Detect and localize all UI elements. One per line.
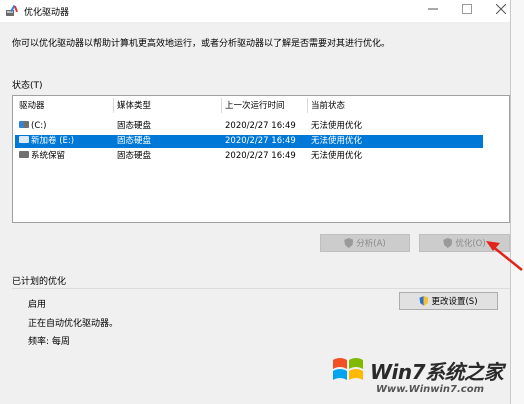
- watermark-url: Www.Winwin7.com: [376, 384, 485, 395]
- drive-name: (C:): [31, 121, 47, 131]
- drive-name: 系统保留: [31, 151, 66, 161]
- drive-icon: [19, 151, 29, 158]
- scheduled-optimization-label: 已计划的优化: [12, 277, 67, 287]
- uac-shield-icon: [419, 296, 429, 306]
- scheduled-frequency: 频率: 每周: [28, 337, 70, 347]
- media-type: 固态硬盘: [117, 151, 152, 161]
- current-status: 无法使用优化: [311, 151, 363, 161]
- drive-name: 新加卷 (E:): [31, 136, 75, 146]
- minimize-button[interactable]: [418, 2, 448, 20]
- column-separator[interactable]: [221, 98, 222, 113]
- minimize-icon: [428, 8, 438, 10]
- analyze-button[interactable]: 分析(A): [320, 234, 410, 252]
- watermark-brand: Win7系统之家: [370, 360, 504, 384]
- last-run-time: 2020/2/27 16:49: [225, 136, 296, 146]
- defrag-app-icon: [6, 5, 18, 16]
- analyze-button-label: 分析(A): [356, 239, 386, 249]
- maximize-icon: [462, 4, 472, 14]
- uac-shield-icon: [443, 238, 453, 248]
- windows-logo-watermark: [333, 358, 363, 380]
- change-settings-button[interactable]: 更改设置(S): [399, 292, 498, 310]
- maximize-button[interactable]: [452, 2, 482, 20]
- status-label: 状态(T): [12, 81, 43, 91]
- column-header-media-type[interactable]: 媒体类型: [117, 99, 151, 113]
- window-title: 优化驱动器: [24, 8, 70, 18]
- last-run-time: 2020/2/27 16:49: [225, 151, 296, 161]
- description-text: 你可以优化驱动器以帮助计算机更高效地运行，或者分析驱动器以了解是否需要对其进行优…: [12, 39, 391, 49]
- drive-list[interactable]: 驱动器 媒体类型 上一次运行时间 当前状态 (C:) 固态硬盘 2020/2/2…: [12, 95, 510, 223]
- column-header-last-run[interactable]: 上一次运行时间: [225, 99, 285, 113]
- background-window-edge: [511, 0, 524, 404]
- column-separator[interactable]: [307, 98, 308, 113]
- uac-shield-icon: [344, 238, 354, 248]
- column-header-drive[interactable]: 驱动器: [19, 99, 45, 113]
- scheduled-message: 正在自动优化驱动器。: [28, 319, 119, 329]
- scheduled-state: 启用: [28, 300, 47, 310]
- change-settings-button-label: 更改设置(S): [431, 297, 478, 307]
- column-header-current-status[interactable]: 当前状态: [311, 99, 345, 113]
- current-status: 无法使用优化: [311, 121, 363, 131]
- drive-row[interactable]: (C:) 固态硬盘 2020/2/27 16:49 无法使用优化: [15, 120, 483, 133]
- media-type: 固态硬盘: [117, 121, 152, 131]
- last-run-time: 2020/2/27 16:49: [225, 121, 296, 131]
- windows-drive-icon: [19, 121, 29, 128]
- drive-icon: [19, 136, 29, 143]
- drive-row-selected[interactable]: 新加卷 (E:) 固态硬盘 2020/2/27 16:49 无法使用优化: [15, 135, 483, 148]
- red-arrow-annotation: [486, 241, 523, 271]
- close-icon: [495, 3, 507, 15]
- title-bar[interactable]: 优化驱动器: [0, 0, 510, 22]
- drive-row[interactable]: 系统保留 固态硬盘 2020/2/27 16:49 无法使用优化: [15, 150, 483, 163]
- current-status: 无法使用优化: [311, 136, 363, 146]
- column-separator[interactable]: [113, 98, 114, 113]
- optimize-drives-window: 优化驱动器 你可以优化驱动器以帮助计算机更高效地运行，或者分析驱动器以了解是否需…: [0, 0, 511, 404]
- media-type: 固态硬盘: [117, 136, 152, 146]
- section-divider: [12, 288, 510, 289]
